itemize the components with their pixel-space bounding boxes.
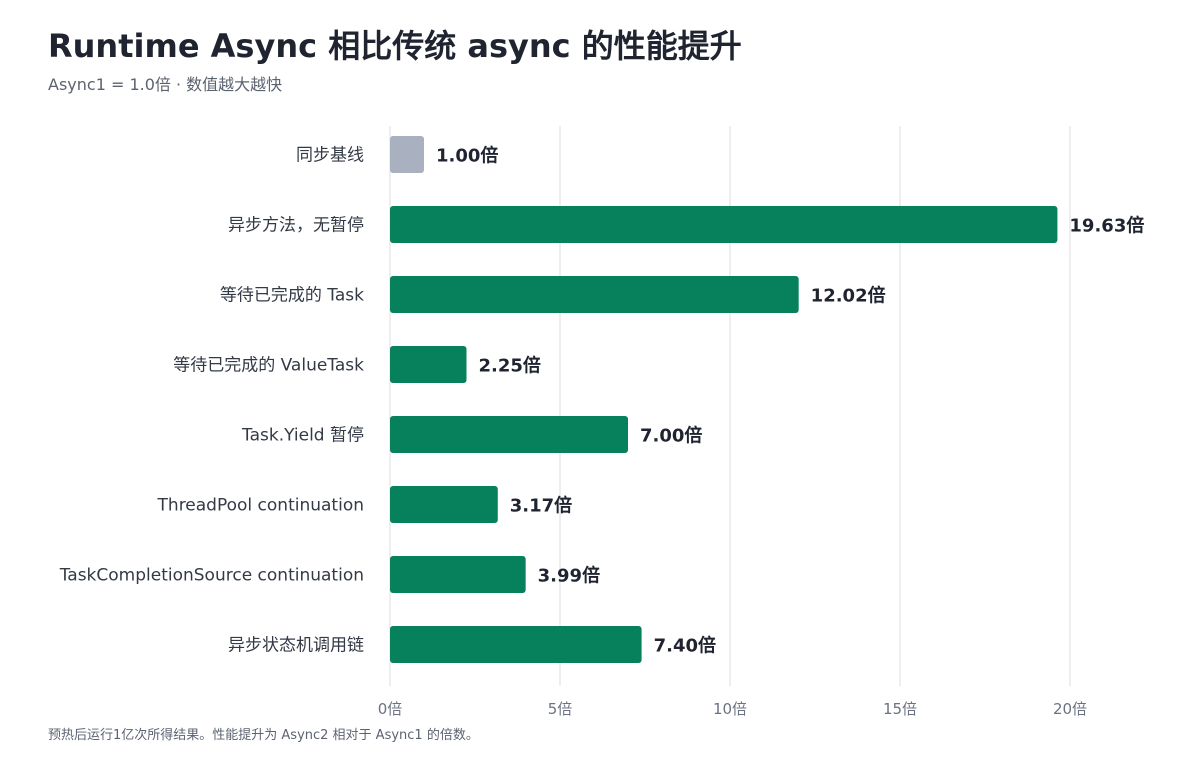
category-labels: 同步基线异步方法，无暂停等待已完成的 Task 等待已完成的 ValueTask T…: [59, 146, 364, 656]
value-label: 7.40倍: [654, 635, 716, 657]
x-tick-label: 10倍: [713, 700, 747, 718]
bar: [390, 486, 498, 523]
bar: [390, 276, 799, 313]
value-label: 3.17倍: [510, 495, 572, 517]
x-tick-label: 20倍: [1053, 700, 1087, 718]
baseline-bar: [390, 136, 424, 173]
bar-chart: 同步基线异步方法，无暂停等待已完成的 Task 等待已完成的 ValueTask T…: [59, 126, 1144, 718]
bar: [390, 416, 628, 453]
category-label: Task.Yield 暂停: [241, 426, 364, 446]
bars: [390, 136, 1058, 663]
category-label: 等待已完成的 Task: [220, 286, 364, 306]
footnote: 预热后运行1亿次所得结果。性能提升为 Async2 相对于 Async1 的倍数…: [48, 728, 479, 743]
category-label: 等待已完成的 ValueTask: [173, 356, 364, 376]
value-label: 19.63倍: [1069, 215, 1144, 237]
value-label: 2.25倍: [479, 355, 541, 377]
x-tick-label: 5倍: [548, 700, 573, 718]
x-tick-label: 15倍: [883, 700, 917, 718]
bar: [390, 206, 1058, 243]
bar: [390, 626, 642, 663]
category-label: 同步基线: [296, 146, 364, 166]
bar: [390, 556, 526, 593]
category-label: ThreadPool continuation: [157, 496, 364, 516]
value-label: 7.00倍: [640, 425, 702, 447]
bar: [390, 346, 467, 383]
category-label: 异步状态机调用链: [228, 636, 364, 656]
value-label: 12.02倍: [811, 285, 886, 307]
value-label: 1.00倍: [436, 145, 498, 167]
value-label: 3.99倍: [538, 565, 600, 587]
x-tick-label: 0倍: [378, 700, 403, 718]
x-axis-ticks: 0倍 5倍 10倍 15倍 20倍: [378, 700, 1087, 718]
category-label: TaskCompletionSource continuation: [59, 566, 364, 586]
category-label: 异步方法，无暂停: [228, 216, 364, 236]
